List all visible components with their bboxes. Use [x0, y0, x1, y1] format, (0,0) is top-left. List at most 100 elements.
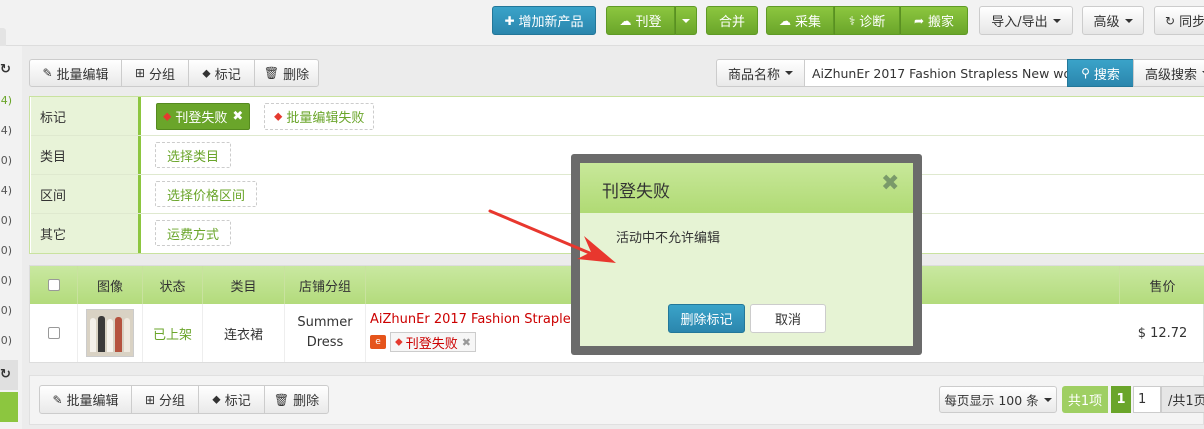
filter-row-tag: 标记 ⬥ 刊登失败 ✖ ⬥ 批量编辑失败	[31, 97, 1204, 136]
share-icon: ➦	[913, 13, 925, 28]
count-item: 4)	[0, 184, 12, 197]
count-item: 0)	[0, 214, 12, 227]
of-pages-label: /共1页	[1161, 386, 1204, 413]
confirm-delete-tag-button[interactable]: 删除标记	[668, 304, 745, 333]
count-item: 0)	[0, 274, 12, 287]
sitemap-icon: ⊞	[144, 392, 156, 407]
pencil-square-icon: ✎	[52, 392, 63, 407]
pencil-square-icon: ✎	[42, 66, 53, 80]
publish-dropdown-toggle[interactable]	[675, 6, 697, 35]
row-status: 已上架	[143, 304, 203, 362]
header-image: 图像	[78, 266, 143, 304]
merge-button[interactable]: 合并	[706, 6, 758, 35]
diagnose-button[interactable]: ⚕ 诊断	[834, 6, 900, 35]
page-jump-input[interactable]: 1	[1133, 386, 1161, 413]
annotation-arrow-shaft	[488, 209, 594, 256]
active-tag-chip[interactable]: ⬥ 刊登失败 ✖	[156, 103, 251, 130]
count-item: 4)	[0, 94, 12, 107]
advanced-search-button[interactable]: 高级搜索	[1133, 59, 1204, 87]
search-field-select[interactable]: 商品名称	[716, 59, 805, 87]
advanced-button[interactable]: 高级	[1082, 6, 1144, 35]
group-button-bottom[interactable]: ⊞ 分组	[131, 385, 199, 414]
add-product-button[interactable]: ✚ 增加新产品	[492, 6, 596, 35]
tag-option-chip[interactable]: ⬥ 批量编辑失败	[264, 103, 375, 130]
chevron-down-icon	[1043, 397, 1052, 402]
range-option-chip[interactable]: 选择价格区间	[155, 181, 258, 207]
header-price[interactable]: 售价	[1120, 266, 1204, 304]
publish-button[interactable]: ☁ 刊登	[606, 6, 675, 35]
row-select-cell	[30, 304, 78, 362]
current-page-button[interactable]: 1	[1111, 386, 1131, 413]
trash-icon: 🗑	[273, 392, 290, 407]
refresh-icon: ↻	[1165, 13, 1176, 28]
count-item: 0)	[0, 334, 12, 347]
product-title-link[interactable]: AiZhunEr 2017 Fashion Strapless N	[370, 312, 598, 327]
modal-message: 活动中不允许编辑	[616, 231, 721, 246]
count-item: 0)	[0, 244, 12, 257]
group-button[interactable]: ⊞ 分组	[121, 59, 189, 87]
category-option-chip[interactable]: 选择类目	[155, 142, 232, 168]
tag-icon: ⬥	[202, 65, 211, 80]
row-store-group: Summer Dress	[285, 304, 366, 362]
left-tab-stub	[0, 28, 6, 46]
header-category[interactable]: 类目	[203, 266, 285, 304]
row-checkbox[interactable]	[47, 327, 60, 339]
chevron-down-icon	[1124, 18, 1133, 23]
plus-circle-icon: ✚	[504, 13, 515, 28]
refresh-icon[interactable]: ↻	[0, 62, 14, 77]
filter-label: 类目	[31, 136, 141, 174]
trash-icon: 🗑	[263, 66, 280, 80]
cancel-button[interactable]: 取消	[750, 304, 826, 333]
close-icon[interactable]: ✖	[232, 109, 243, 124]
left-sidebar: ↻ 4) 4) 0) 4) 0) 0) 0) 0) 0) ↻	[0, 46, 22, 429]
refresh-icon[interactable]: ↻	[0, 367, 11, 382]
move-button[interactable]: ➦ 搬家	[900, 6, 968, 35]
row-category: 连衣裙	[203, 304, 285, 362]
aliexpress-icon: e	[370, 335, 386, 349]
search-input[interactable]: AiZhunEr 2017 Fashion Strapless New won	[804, 59, 1068, 87]
chevron-down-icon	[785, 71, 793, 75]
close-icon[interactable]: ✖	[881, 173, 903, 195]
batch-edit-button-bottom[interactable]: ✎ 批量编辑	[39, 385, 132, 414]
annotation-arrow	[488, 209, 616, 263]
filter-label: 区间	[31, 175, 141, 213]
cloud-upload-icon: ☁	[619, 13, 632, 28]
close-icon[interactable]: ✖	[462, 336, 471, 349]
product-thumbnail[interactable]	[86, 309, 134, 357]
sync-button[interactable]: ↻ 同步	[1154, 6, 1204, 35]
other-option-chip[interactable]: 运费方式	[155, 220, 232, 246]
chevron-down-icon	[1052, 18, 1061, 23]
top-toolbar: ✚ 增加新产品 ☁ 刊登 合并 ☁ 采集 ⚕ 诊断 ➦ 搬家 导入/导出 高级 ↻ 同步	[0, 0, 1204, 46]
search-icon: ⚲	[1081, 66, 1090, 80]
import-export-button[interactable]: 导入/导出	[979, 6, 1073, 35]
batch-edit-button[interactable]: ✎ 批量编辑	[29, 59, 122, 87]
per-page-select[interactable]: 每页显示 100 条	[939, 386, 1057, 413]
row-image-cell	[78, 304, 143, 362]
tag-icon: ⬥	[395, 335, 403, 348]
sidebar-section-header: ↻	[0, 360, 18, 390]
tag-icon: ⬥	[212, 392, 221, 406]
modal-title: 刊登失败	[602, 182, 670, 202]
tag-icon: ⬥	[274, 109, 283, 123]
delete-button-bottom[interactable]: 🗑 删除	[264, 385, 329, 414]
stethoscope-icon: ⚕	[848, 13, 856, 28]
header-status[interactable]: 状态	[143, 266, 203, 304]
cloud-download-icon: ☁	[778, 13, 791, 28]
select-all-checkbox[interactable]	[47, 279, 60, 291]
sitemap-icon: ⊞	[134, 66, 146, 80]
row-price: $ 12.72	[1137, 325, 1188, 341]
header-store-group[interactable]: 店铺分组	[285, 266, 366, 304]
chevron-down-icon	[682, 18, 690, 23]
delete-button[interactable]: 🗑 删除	[254, 59, 319, 87]
search-button[interactable]: ⚲ 搜索	[1067, 59, 1134, 87]
row-tag-chip[interactable]: ⬥ 刊登失败 ✖	[390, 332, 476, 352]
tag-button[interactable]: ⬥ 标记	[188, 59, 255, 87]
filter-label: 标记	[31, 97, 141, 135]
tag-button-bottom[interactable]: ⬥ 标记	[198, 385, 265, 414]
collect-button[interactable]: ☁ 采集	[766, 6, 834, 35]
select-all-cell	[30, 266, 78, 304]
sidebar-active-item[interactable]	[0, 392, 18, 422]
count-item: 4)	[0, 124, 12, 137]
tag-icon: ⬥	[163, 109, 172, 123]
count-item: 0)	[0, 304, 12, 317]
